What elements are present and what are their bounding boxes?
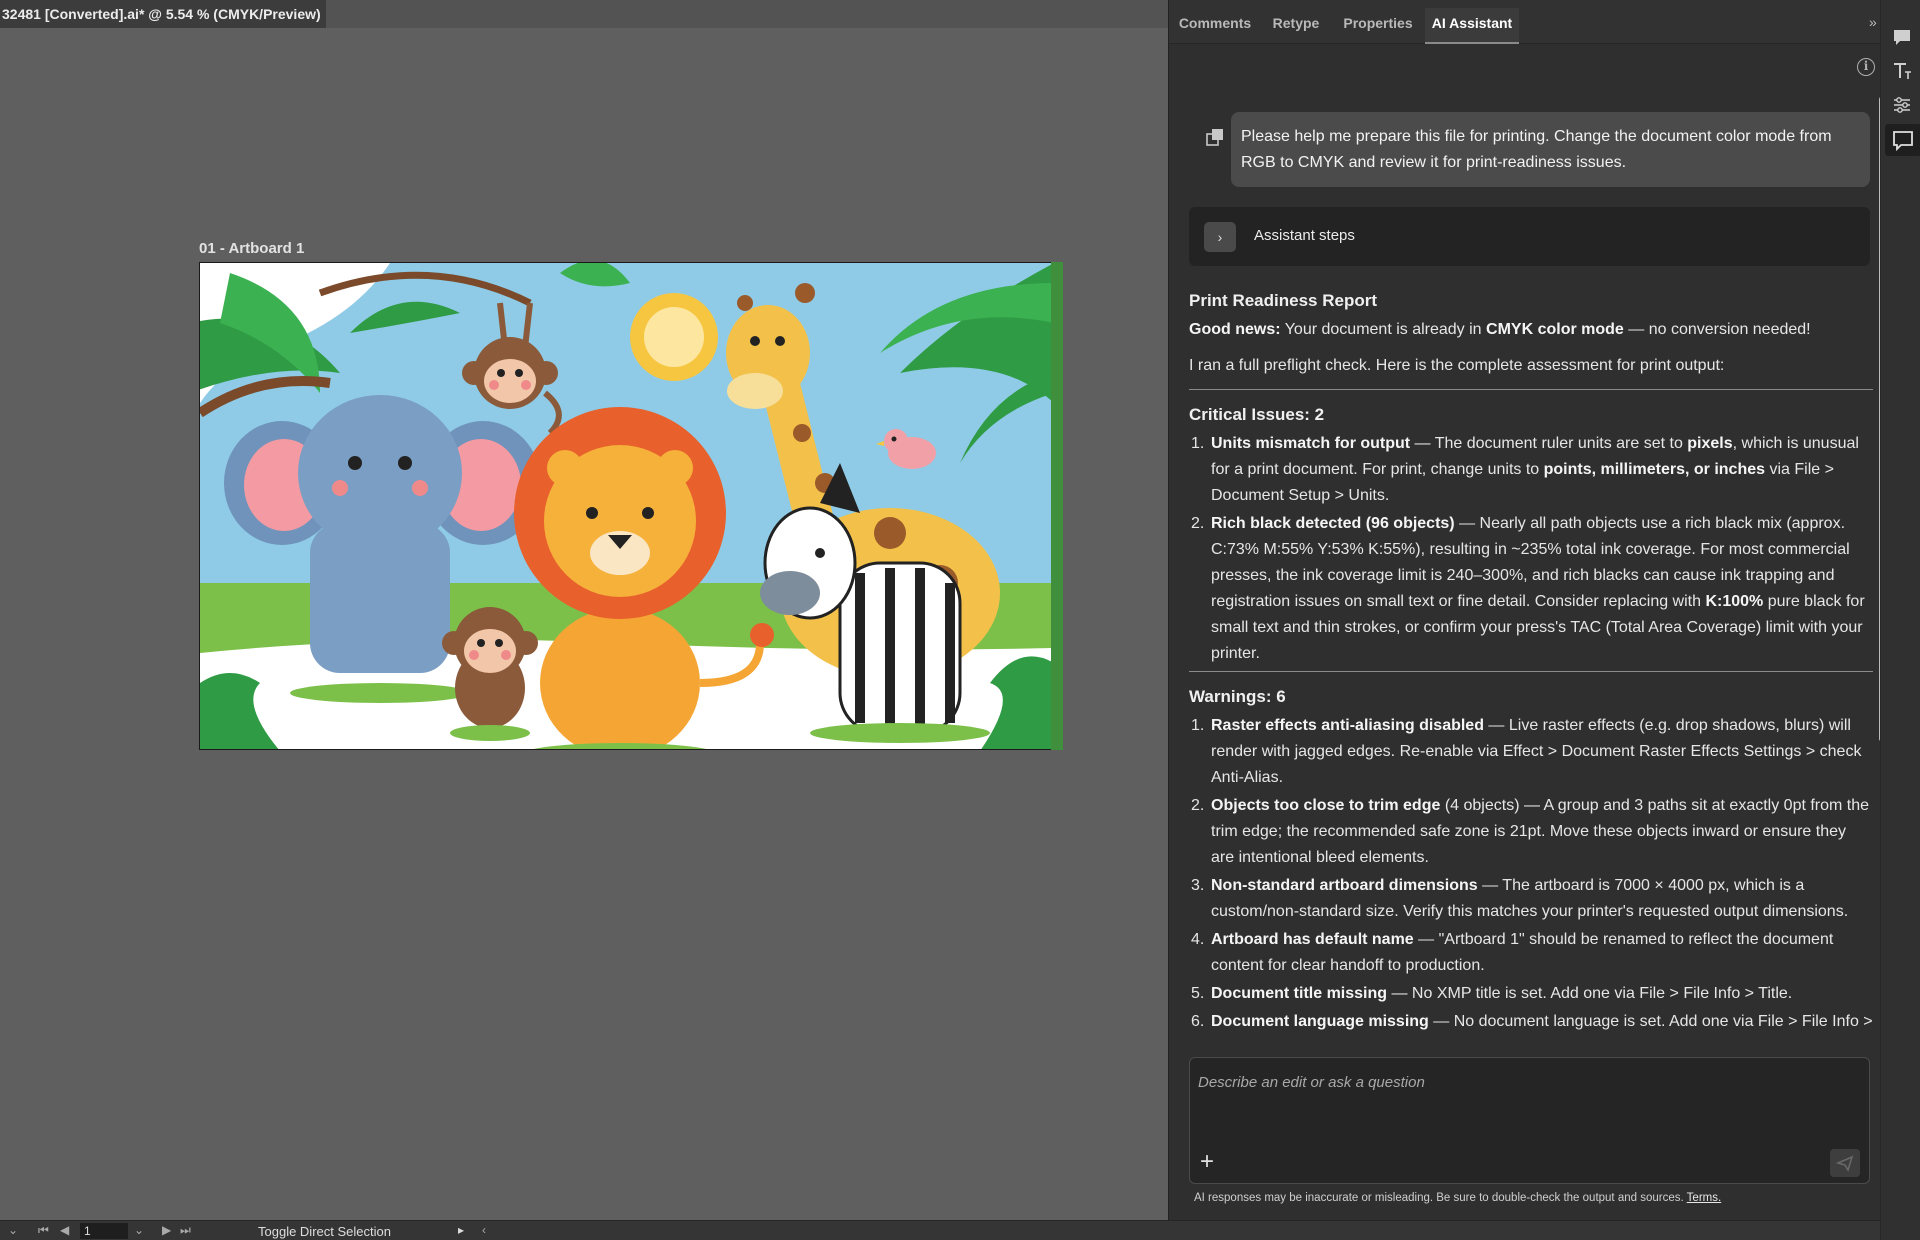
item-title: Rich black detected (96 objects) [1211, 515, 1455, 532]
artboard[interactable] [199, 262, 1053, 750]
divider [1189, 389, 1873, 390]
item-bold: pixels [1687, 435, 1733, 452]
previous-artboard-icon[interactable]: ◀ [60, 1223, 69, 1237]
cmyk-mode-text: CMYK color mode [1486, 321, 1624, 338]
last-artboard-icon[interactable]: ⏭ [180, 1223, 191, 1238]
plus-icon[interactable]: + [1200, 1150, 1214, 1174]
good-news-text-end: — no conversion needed! [1623, 321, 1811, 338]
critical-item: 2. Rich black detected (96 objects) — Nea… [1189, 511, 1873, 667]
warning-item: 5. Document title missing — No XMP title … [1189, 981, 1873, 1007]
status-menu-arrow-icon[interactable]: ▸ [458, 1223, 464, 1237]
divider [1189, 671, 1873, 672]
warning-item: 4. Artboard has default name — "Artboard … [1189, 927, 1873, 979]
retype-icon[interactable] [1891, 60, 1913, 82]
warning-item: 6. Document language missing — No documen… [1189, 1009, 1873, 1035]
ai-disclaimer: AI responses may be inaccurate or mislea… [1194, 1192, 1721, 1204]
document-tab[interactable]: 32481 [Converted].ai* @ 5.54 % (CMYK/Pre… [0, 0, 326, 28]
item-number: 2. [1191, 797, 1205, 814]
ai-assistant-icon[interactable] [1885, 124, 1920, 156]
status-bar: ⌄ ⏮ ◀ ⌄ ▶ ⏭ Toggle Direct Selection ▸ ‹ [0, 1220, 1880, 1240]
item-number: 5. [1191, 985, 1205, 1002]
item-number: 1. [1191, 435, 1205, 452]
warnings-list: 1. Raster effects anti-aliasing disabled … [1189, 713, 1873, 1035]
artboard-dropdown-icon[interactable]: ⌄ [134, 1223, 144, 1237]
next-artboard-icon[interactable]: ▶ [162, 1223, 171, 1237]
artboard-label[interactable]: 01 - Artboard 1 [199, 240, 304, 257]
warning-item: 1. Raster effects anti-aliasing disabled … [1189, 713, 1873, 791]
panel-icon-strip [1880, 0, 1920, 1240]
item-number: 1. [1191, 717, 1205, 734]
disclaimer-text: AI responses may be inaccurate or mislea… [1194, 1192, 1684, 1204]
info-icon[interactable]: i [1857, 58, 1875, 76]
tab-comments[interactable]: Comments [1173, 8, 1257, 44]
item-text: — No document language is set. Add one v… [1428, 1013, 1873, 1030]
critical-heading: Critical Issues: 2 [1189, 405, 1325, 424]
print-readiness-report: Print Readiness Report Good news: Your d… [1189, 288, 1873, 1037]
chevron-right-icon[interactable]: › [1204, 222, 1236, 252]
good-news-text: Your document is already in [1280, 321, 1487, 338]
comments-icon[interactable] [1891, 26, 1913, 48]
item-title: Artboard has default name [1211, 931, 1414, 948]
jungle-animals-artwork [200, 263, 1052, 749]
copy-icon[interactable] [1206, 128, 1224, 146]
item-text: — No XMP title is set. Add one via File … [1387, 985, 1793, 1002]
item-bold: K:100% [1705, 593, 1764, 610]
tab-retype[interactable]: Retype [1261, 8, 1331, 44]
user-message: Please help me prepare this file for pri… [1231, 112, 1870, 187]
prompt-input[interactable] [1198, 1074, 1798, 1091]
send-icon[interactable] [1830, 1149, 1860, 1177]
zoom-dropdown-icon[interactable]: ⌄ [8, 1223, 18, 1237]
good-news-label: Good news: [1189, 321, 1281, 338]
item-number: 4. [1191, 931, 1205, 948]
item-title: Document title missing [1211, 985, 1388, 1002]
warning-item: 2. Objects too close to trim edge (4 obje… [1189, 793, 1873, 871]
prompt-composer: + [1189, 1057, 1870, 1184]
illustrator-window: 32481 [Converted].ai* @ 5.54 % (CMYK/Pre… [0, 0, 1920, 1240]
item-number: 3. [1191, 877, 1205, 894]
critical-item: 1. Units mismatch for output — The docume… [1189, 431, 1873, 509]
warning-item: 3. Non-standard artboard dimensions — The… [1189, 873, 1873, 925]
item-bold: points, millimeters, or inches [1543, 461, 1766, 478]
item-number: 6. [1191, 1013, 1205, 1030]
status-text: Toggle Direct Selection [258, 1224, 391, 1239]
ai-assistant-panel: Comments Retype Properties AI Assistant … [1168, 0, 1886, 1222]
tab-bar-background [326, 0, 1168, 28]
critical-list: 1. Units mismatch for output — The docume… [1189, 431, 1873, 667]
report-title: Print Readiness Report [1189, 291, 1377, 310]
warnings-heading: Warnings: 6 [1189, 687, 1286, 706]
artboard-number-field[interactable] [80, 1223, 128, 1239]
assistant-steps-toggle[interactable]: › Assistant steps [1189, 207, 1870, 266]
item-title: Objects too close to trim edge [1211, 797, 1441, 814]
item-title: Units mismatch for output [1211, 435, 1411, 452]
good-news-line: Good news: Your document is already in C… [1189, 317, 1873, 343]
item-title: Raster effects anti-aliasing disabled [1211, 717, 1484, 734]
sun [630, 293, 718, 381]
item-title: Non-standard artboard dimensions [1211, 877, 1478, 894]
item-text: — The document ruler units are set to [1410, 435, 1688, 452]
panel-tab-bar: Comments Retype Properties AI Assistant … [1169, 0, 1881, 44]
tab-ai-assistant[interactable]: AI Assistant [1425, 8, 1519, 44]
scroll-left-icon[interactable]: ‹ [482, 1223, 486, 1237]
terms-link[interactable]: Terms. [1687, 1192, 1722, 1204]
double-chevron-right-icon[interactable]: » [1869, 14, 1877, 30]
first-artboard-icon[interactable]: ⏮ [38, 1223, 49, 1238]
assistant-steps-label: Assistant steps [1254, 227, 1355, 244]
tab-properties[interactable]: Properties [1335, 8, 1421, 44]
artboard-bleed-edge [1051, 262, 1063, 750]
properties-icon[interactable] [1891, 94, 1913, 116]
report-intro: I ran a full preflight check. Here is th… [1189, 357, 1725, 374]
item-number: 2. [1191, 515, 1205, 532]
item-title: Document language missing [1211, 1013, 1429, 1030]
